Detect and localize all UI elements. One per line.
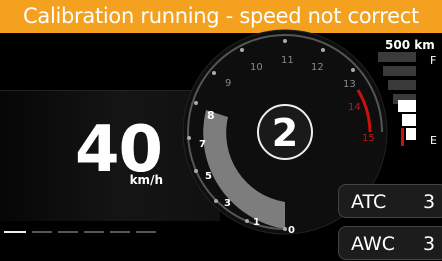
- tach-label-13: 13: [343, 79, 356, 90]
- tachometer-gauge: 2 0 1 3 5 7 8 9 10 11 12 13 14 15: [182, 29, 416, 236]
- awc-value: 3: [423, 233, 436, 255]
- tach-label-3: 3: [224, 198, 231, 209]
- tach-label-10: 10: [250, 62, 263, 73]
- atc-label: ATC: [351, 191, 387, 213]
- fuel-range-label: 500 km: [385, 38, 435, 52]
- atc-setting-pill[interactable]: ATC 3: [338, 184, 442, 218]
- fuel-full-label: F: [430, 54, 437, 67]
- fuel-empty-label: E: [430, 134, 437, 147]
- tach-label-12: 12: [311, 62, 324, 73]
- atc-value: 3: [423, 191, 436, 213]
- tach-label-7: 7: [199, 139, 206, 150]
- tach-label-0: 0: [288, 225, 295, 236]
- tach-label-11: 11: [281, 55, 294, 66]
- tach-label-14: 14: [348, 102, 361, 113]
- tach-label-9: 9: [225, 78, 231, 89]
- tach-label-5: 5: [205, 171, 212, 182]
- awc-setting-pill[interactable]: AWC 3: [338, 226, 442, 260]
- tach-label-15: 15: [362, 133, 375, 144]
- tach-label-8: 8: [207, 109, 215, 122]
- gear-value: 2: [272, 111, 298, 155]
- tach-label-1: 1: [253, 217, 260, 228]
- awc-label: AWC: [351, 233, 396, 255]
